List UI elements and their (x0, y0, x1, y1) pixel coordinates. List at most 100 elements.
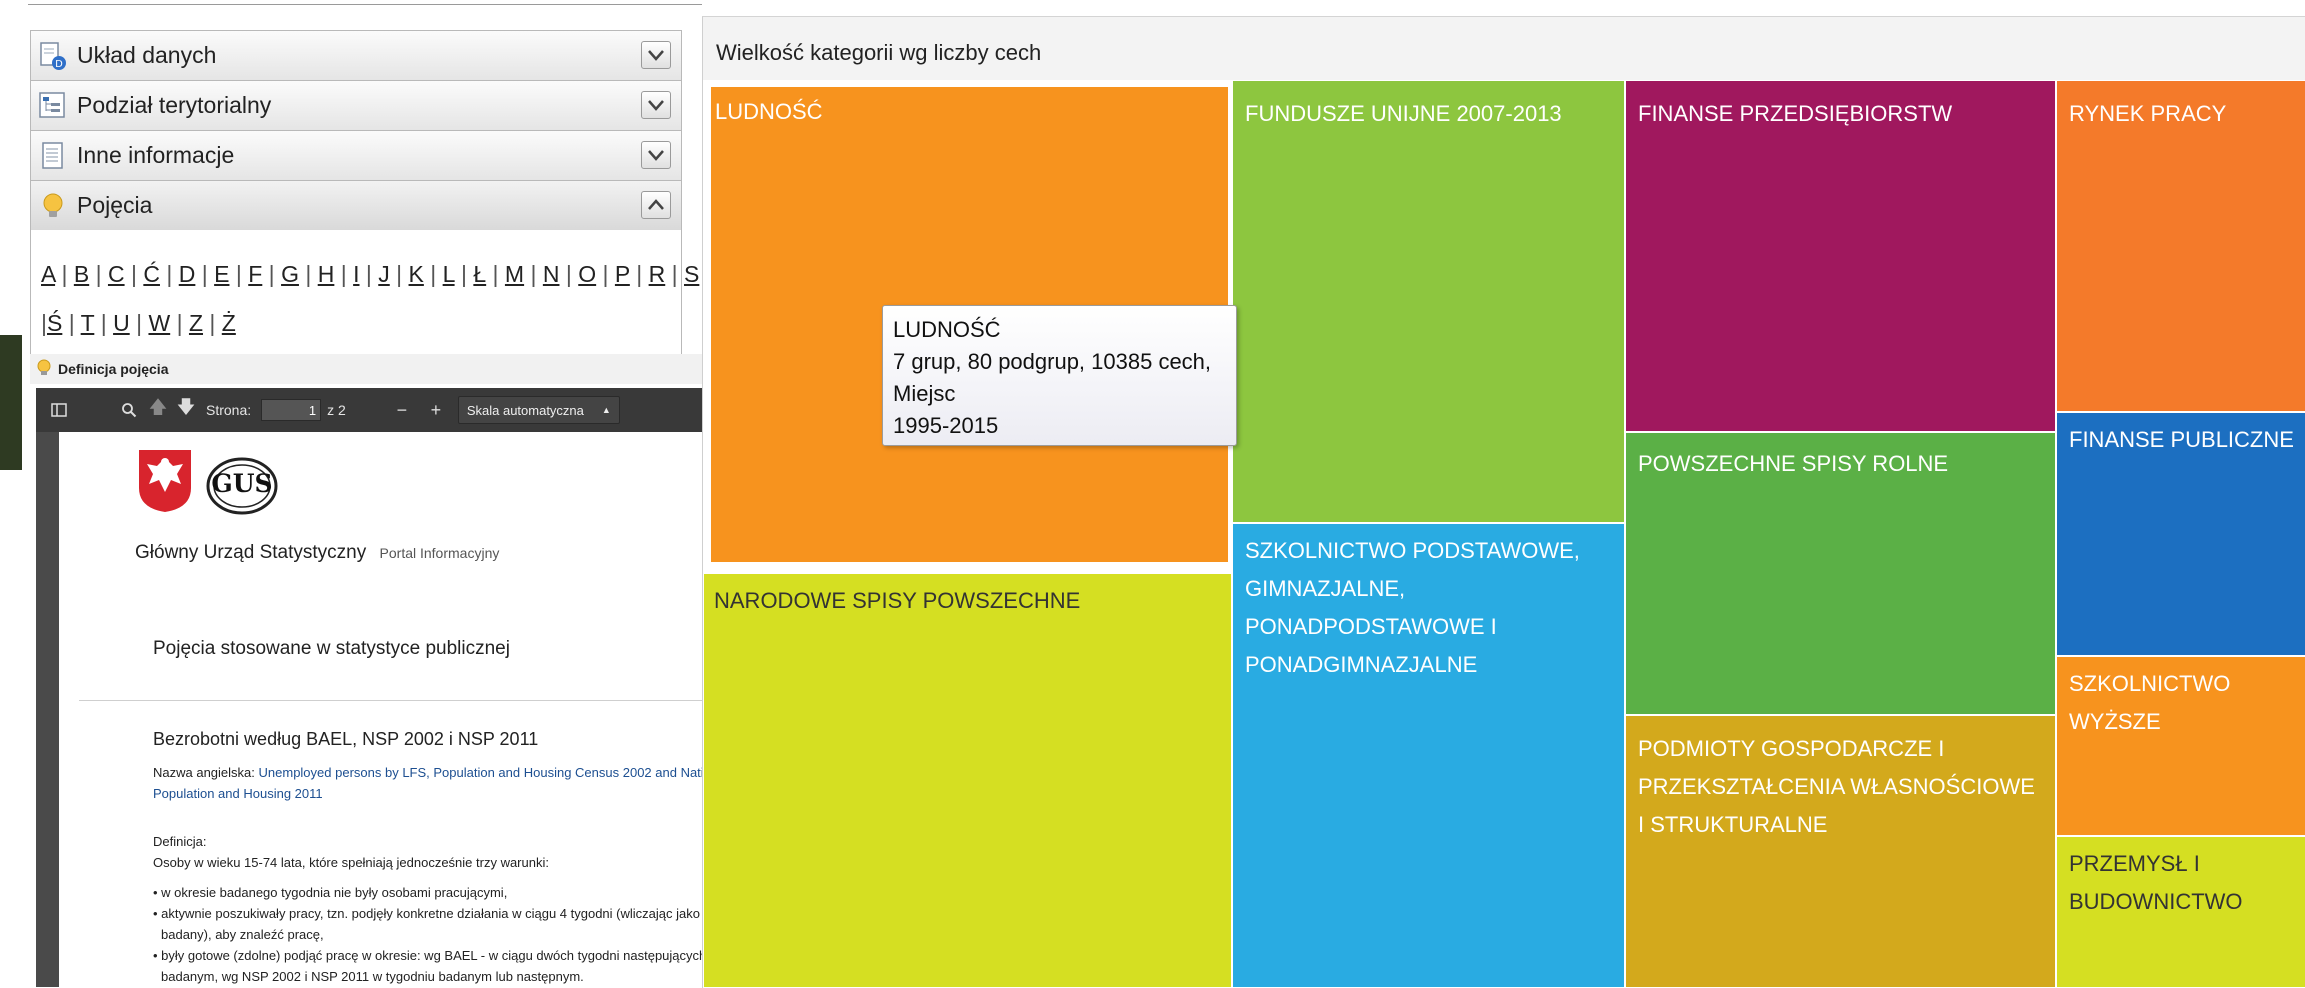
letter-link[interactable]: G (281, 261, 299, 287)
document-title: Pojęcia stosowane w statystyce publiczne… (153, 638, 510, 659)
tile-spisy-rolne[interactable]: POWSZECHNE SPISY ROLNE (1625, 432, 2056, 715)
english-name-link-cont[interactable]: Population and Housing 2011 (153, 783, 702, 804)
pdf-page: GUS Główny Urząd Statystyczny Portal Inf… (59, 432, 702, 987)
zoom-select[interactable]: Skala automatyczna ▲ (457, 396, 620, 424)
letter-link[interactable]: U (113, 310, 130, 336)
letter-link[interactable]: E (214, 261, 229, 287)
pdf-toolbar: 🡅 🡇 Strona: z 2 − + Skala automatyczna ▲ (36, 388, 702, 432)
definition-header: Definicja pojęcia (30, 354, 702, 384)
treemap: LUDNOŚĆ NARODOWE SPISY POWSZECHNE FUNDUS… (703, 80, 2305, 988)
letter-link[interactable]: Z (189, 310, 203, 336)
tile-szkolnictwo-podstawowe[interactable]: SZKOLNICTWO PODSTAWOWE, GIMNAZJALNE, PON… (1232, 523, 1625, 988)
org-name: Główny Urząd Statystyczny (135, 542, 367, 563)
letter-link[interactable]: C (108, 261, 125, 287)
letter-link[interactable]: Ł (473, 261, 486, 287)
chevron-down-icon (648, 150, 664, 161)
page-total: z 2 (327, 402, 346, 418)
tile-label: LUDNOŚĆ (715, 99, 823, 124)
letter-link[interactable]: D (179, 261, 196, 287)
letter-link[interactable]: M (505, 261, 524, 287)
search-icon[interactable] (114, 395, 144, 425)
letter-link[interactable]: B (74, 261, 89, 287)
letter-link[interactable]: F (248, 261, 262, 287)
letter-link[interactable]: W (148, 310, 170, 336)
english-name-label: Nazwa angielska: (153, 765, 255, 780)
data-layout-icon: D (38, 41, 68, 71)
gus-logo: GUS (205, 456, 279, 521)
letter-link[interactable]: N (543, 261, 560, 287)
letter-link[interactable]: T (81, 310, 95, 336)
tile-szkolnictwo-wyzsze[interactable]: SZKOLNICTWO WYŻSZE (2056, 656, 2305, 836)
expand-button[interactable] (641, 91, 671, 119)
letter-link[interactable]: P (615, 261, 630, 287)
accordion-item-data-layout[interactable]: D Układ danych (30, 30, 682, 80)
tile-label: FINANSE PRZEDSIĘBIORSTW (1638, 101, 1953, 126)
tile-finanse-publiczne[interactable]: FINANSE PUBLICZNE (2056, 412, 2305, 656)
definition-bullet-cont: badanym, wg NSP 2002 i NSP 2011 w tygodn… (161, 969, 584, 984)
tile-label: SZKOLNICTWO WYŻSZE (2069, 671, 2231, 734)
collapse-button[interactable] (641, 191, 671, 219)
definition-label: Definicja: (153, 834, 207, 849)
tile-przemysl[interactable]: PRZEMYSŁ I BUDOWNICTWO (2056, 836, 2305, 988)
accordion: D Układ danych Podział terytorialny Inne… (30, 30, 699, 355)
tile-label: POWSZECHNE SPISY ROLNE (1638, 451, 1949, 476)
accordion-item-label: Inne informacje (77, 142, 235, 168)
sidebar-toggle-icon[interactable] (44, 395, 74, 425)
tile-podmioty-gospodarcze[interactable]: PODMIOTY GOSPODARCZE I PRZEKSZTAŁCENIA W… (1625, 715, 2056, 988)
portal-name: Portal Informacyjny (379, 545, 500, 561)
page-number-field[interactable] (261, 399, 322, 421)
accordion-item-territory[interactable]: Podział terytorialny (30, 80, 682, 130)
page-number-input[interactable] (261, 399, 322, 421)
letter-link[interactable]: J (378, 261, 390, 287)
expand-button[interactable] (641, 41, 671, 69)
top-divider (28, 4, 702, 5)
left-panel: D Układ danych Podział terytorialny Inne… (0, 0, 702, 987)
definition-bullet-cont: badany), aby znaleźć pracę, (161, 927, 324, 942)
accordion-item-concepts[interactable]: Pojęcia (30, 180, 682, 230)
english-name: Nazwa angielska: Unemployed persons by L… (153, 762, 702, 804)
select-arrows-icon: ▲ (601, 405, 611, 415)
definition-bullet: • aktywnie poszukiwały pracy, tzn. podję… (153, 906, 702, 921)
definition-body: Definicja: Osoby w wieku 15-74 lata, któ… (153, 831, 702, 987)
page-label: Strona: (206, 402, 252, 418)
expand-button[interactable] (641, 141, 671, 169)
english-name-link[interactable]: Unemployed persons by LFS, Population an… (259, 765, 702, 780)
letter-link[interactable]: K (409, 261, 424, 287)
tile-fundusze-unijne[interactable]: FUNDUSZE UNIJNE 2007-2013 (1232, 80, 1625, 523)
previous-page-icon[interactable]: 🡅 (144, 395, 172, 425)
chevron-down-icon (648, 50, 664, 61)
next-page-icon[interactable]: 🡇 (172, 395, 200, 425)
letter-link[interactable]: Ś (47, 310, 62, 336)
tile-narodowe-spisy[interactable]: NARODOWE SPISY POWSZECHNE (703, 573, 1232, 988)
zoom-in-button[interactable]: + (422, 395, 450, 425)
tile-finanse-przedsiebiorstw[interactable]: FINANSE PRZEDSIĘBIORSTW (1625, 80, 2056, 432)
accordion-item-label: Układ danych (77, 42, 217, 68)
tile-rynek-pracy[interactable]: RYNEK PRACY (2056, 80, 2305, 412)
letter-link[interactable]: H (318, 261, 335, 287)
org-header: Główny Urząd Statystyczny Portal Informa… (135, 542, 499, 564)
letter-link[interactable]: Ż (222, 310, 236, 336)
tooltip-counts: 7 grup, 80 podgrup, 10385 cech, (893, 349, 1212, 374)
definition-header-label: Definicja pojęcia (58, 361, 169, 377)
letter-link[interactable]: L (443, 261, 455, 287)
divider (79, 700, 702, 701)
treemap-tooltip: LUDNOŚĆ 7 grup, 80 podgrup, 10385 cech, … (882, 305, 1237, 446)
letter-link[interactable]: A (41, 261, 55, 287)
pdf-viewer: 🡅 🡇 Strona: z 2 − + Skala automatyczna ▲ (36, 388, 702, 987)
tooltip-years: 1995-2015 (893, 413, 999, 438)
tooltip-title: LUDNOŚĆ (893, 317, 1001, 342)
letter-link[interactable]: Ć (143, 261, 160, 287)
letter-link[interactable]: R (649, 261, 666, 287)
accordion-item-label: Podział terytorialny (77, 92, 272, 118)
chart-title: Wielkość kategorii wg liczby cech (716, 40, 1042, 65)
letter-link[interactable]: S (684, 261, 699, 287)
lightbulb-icon (38, 191, 68, 221)
tile-label: PODMIOTY GOSPODARCZE I PRZEKSZTAŁCENIA W… (1638, 736, 2035, 837)
gus-logo-text: GUS (211, 469, 273, 498)
background-edge (0, 335, 22, 470)
accordion-item-other-info[interactable]: Inne informacje (30, 130, 682, 180)
zoom-out-button[interactable]: − (388, 395, 416, 425)
letter-link[interactable]: O (578, 261, 596, 287)
lightbulb-icon (36, 359, 52, 380)
tile-label: FUNDUSZE UNIJNE 2007-2013 (1245, 101, 1562, 126)
